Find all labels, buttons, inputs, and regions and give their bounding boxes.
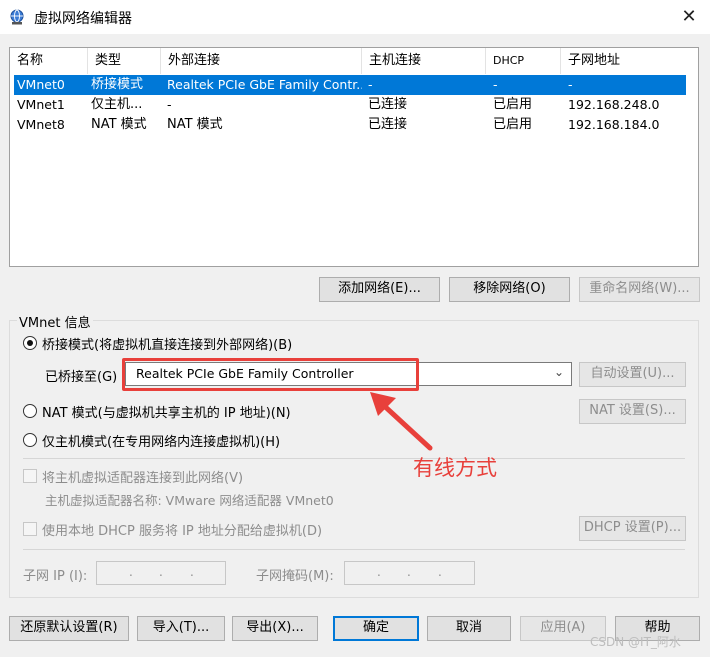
- hostonly-label[interactable]: 仅主机模式(在专用网络内连接虚拟机)(H): [42, 431, 280, 450]
- bridged-radio[interactable]: [23, 336, 37, 350]
- annotation-arrow-icon: [370, 392, 433, 451]
- cancel-button[interactable]: 取消: [427, 616, 511, 641]
- subnet-ip-label: 子网 IP (I):: [23, 569, 88, 584]
- table-row[interactable]: VMnet1 仅主机... - 已连接 已启用 192.168.248.0: [14, 95, 686, 115]
- divider: [23, 458, 685, 459]
- cell-external: -: [167, 97, 172, 112]
- nat-settings-button[interactable]: NAT 设置(S)...: [579, 399, 686, 424]
- cell-dhcp: 已启用: [493, 117, 533, 132]
- import-button[interactable]: 导入(T)...: [137, 616, 225, 641]
- highlight-box: [122, 358, 419, 391]
- connect-adapter-label[interactable]: 将主机虚拟适配器连接到此网络(V): [42, 467, 243, 486]
- adapter-name-label: 主机虚拟适配器名称: VMware 网络适配器 VMnet0: [45, 493, 334, 508]
- rename-network-button[interactable]: 重命名网络(W)...: [579, 277, 700, 302]
- cell-type: NAT 模式: [91, 117, 147, 132]
- dhcp-checkbox[interactable]: [23, 522, 37, 536]
- restore-defaults-button[interactable]: 还原默认设置(R): [9, 616, 129, 641]
- export-button[interactable]: 导出(X)...: [232, 616, 318, 641]
- dhcp-label[interactable]: 使用本地 DHCP 服务将 IP 地址分配给虚拟机(D): [42, 520, 322, 539]
- watermark: CSDN @IT_阿水: [590, 635, 681, 649]
- divider: [23, 549, 685, 550]
- table-row[interactable]: VMnet8 NAT 模式 NAT 模式 已连接 已启用 192.168.184…: [14, 115, 686, 135]
- cell-name: VMnet0: [17, 77, 65, 92]
- cell-type: 桥接模式: [91, 77, 144, 92]
- table-row[interactable]: VMnet0 桥接模式 Realtek PCIe GbE Family Cont…: [14, 75, 686, 95]
- bridged-to-label: 已桥接至(G): [45, 370, 118, 385]
- cell-external: Realtek PCIe GbE Family Contr...: [167, 77, 362, 92]
- column-header-dhcp[interactable]: DHCP: [486, 48, 561, 74]
- cell-dhcp: -: [493, 77, 498, 92]
- chevron-down-icon: ⌄: [554, 365, 565, 379]
- cell-subnet: 192.168.184.0: [568, 117, 660, 132]
- nat-radio[interactable]: [23, 404, 37, 418]
- vmnet-info-legend: VMnet 信息: [17, 312, 93, 331]
- window-title: 虚拟网络编辑器: [34, 11, 132, 27]
- hostonly-radio[interactable]: [23, 433, 37, 447]
- ip-dot: .: [190, 565, 194, 579]
- ip-dot: .: [377, 565, 381, 579]
- auto-settings-button[interactable]: 自动设置(U)...: [579, 362, 686, 387]
- cell-external: NAT 模式: [167, 117, 223, 132]
- column-header-host[interactable]: 主机连接: [362, 48, 486, 74]
- ip-dot: .: [159, 565, 163, 579]
- remove-network-button[interactable]: 移除网络(O): [449, 277, 570, 302]
- network-list[interactable]: 名称 类型 外部连接 主机连接 DHCP 子网地址 VMnet0 桥接模式 Re…: [9, 47, 699, 267]
- cell-host: -: [368, 77, 373, 92]
- ip-dot: .: [438, 565, 442, 579]
- cell-name: VMnet8: [17, 117, 65, 132]
- ok-button[interactable]: 确定: [333, 616, 419, 641]
- ip-dot: .: [129, 565, 133, 579]
- add-network-button[interactable]: 添加网络(E)...: [319, 277, 440, 302]
- cell-dhcp: 已启用: [493, 97, 533, 112]
- dhcp-settings-button[interactable]: DHCP 设置(P)...: [579, 516, 686, 541]
- subnet-ip-input[interactable]: . . .: [96, 561, 226, 585]
- network-globe-icon: [10, 9, 24, 25]
- column-header-subnet[interactable]: 子网地址: [561, 48, 698, 74]
- cell-type: 仅主机...: [91, 97, 143, 112]
- cell-host: 已连接: [368, 97, 408, 112]
- nat-label[interactable]: NAT 模式(与虚拟机共享主机的 IP 地址)(N): [42, 402, 291, 421]
- cell-host: 已连接: [368, 117, 408, 132]
- subnet-mask-input[interactable]: . . .: [344, 561, 475, 585]
- column-header-type[interactable]: 类型: [88, 48, 161, 74]
- column-header-name[interactable]: 名称: [10, 48, 88, 74]
- cell-name: VMnet1: [17, 97, 65, 112]
- cell-subnet: -: [568, 77, 573, 92]
- close-icon[interactable]: ✕: [678, 6, 700, 28]
- column-header-external[interactable]: 外部连接: [161, 48, 362, 74]
- cell-subnet: 192.168.248.0: [568, 97, 660, 112]
- connect-adapter-checkbox[interactable]: [23, 469, 37, 483]
- ip-dot: .: [407, 565, 411, 579]
- subnet-mask-label: 子网掩码(M):: [256, 569, 334, 584]
- annotation-label: 有线方式: [413, 456, 497, 480]
- bridged-label[interactable]: 桥接模式(将虚拟机直接连接到外部网络)(B): [42, 334, 292, 353]
